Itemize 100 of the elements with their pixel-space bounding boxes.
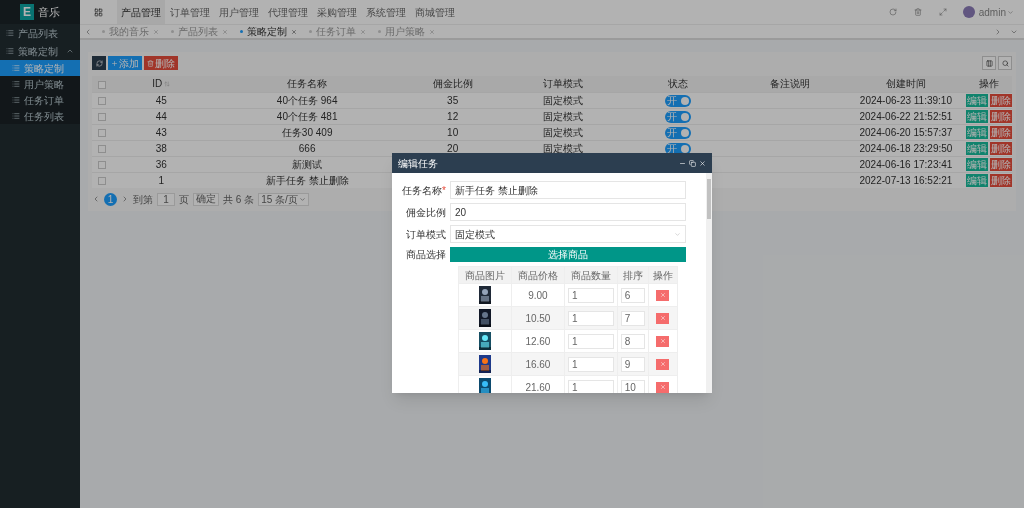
close-icon[interactable]: [291, 28, 297, 35]
status-toggle[interactable]: 开: [665, 110, 692, 123]
delete-button[interactable]: 删除: [144, 56, 178, 70]
sort-field[interactable]: 8: [620, 333, 645, 349]
fullscreen-icon[interactable]: [938, 8, 947, 16]
scrollbar[interactable]: [706, 173, 712, 393]
column-header: 操作: [978, 77, 999, 92]
sidebar-item[interactable]: 任务订单: [0, 92, 80, 108]
table-cell: 40个任务 481: [276, 110, 338, 122]
search-button[interactable]: [998, 56, 1012, 70]
sidebar-item[interactable]: 任务列表: [0, 108, 80, 124]
sidebar-item[interactable]: 策略定制: [0, 60, 80, 76]
delete-button[interactable]: 删除: [989, 174, 1012, 187]
delete-button[interactable]: 删除: [989, 94, 1012, 107]
table-cell: 2022-07-13 16:52:21: [859, 174, 953, 186]
list-icon: [12, 112, 20, 120]
table-cell: 10: [447, 126, 459, 138]
refresh-icon[interactable]: [888, 8, 897, 16]
sort-icon[interactable]: [164, 80, 171, 87]
next-page-icon[interactable]: [121, 195, 129, 203]
quantity-field[interactable]: 1: [567, 310, 614, 326]
sort-field[interactable]: 9: [620, 356, 645, 372]
column-header: 商品数量: [570, 269, 611, 281]
text-field[interactable]: 20: [450, 203, 686, 221]
page-tab[interactable]: 用户策略: [372, 25, 441, 38]
sort-field[interactable]: 10: [620, 379, 645, 393]
checkbox[interactable]: [98, 160, 107, 169]
delete-button[interactable]: 删除: [989, 158, 1012, 171]
column-header: ID: [152, 76, 171, 92]
avatar[interactable]: [962, 6, 975, 18]
status-toggle[interactable]: 开: [665, 142, 692, 155]
text-field[interactable]: 新手任务 禁止删除: [450, 181, 686, 199]
delete-button[interactable]: 删除: [989, 110, 1012, 123]
page-tab[interactable]: 我的音乐: [96, 25, 165, 38]
remove-button[interactable]: [656, 335, 670, 347]
restore-icon[interactable]: [689, 159, 696, 167]
nav-item[interactable]: 采购管理: [313, 0, 361, 24]
column-header: 佣金比例: [432, 77, 473, 92]
scroll-left-icon[interactable]: [84, 27, 92, 36]
menu-icon[interactable]: [94, 7, 103, 17]
page-unit: 页: [179, 192, 189, 207]
confirm-button[interactable]: 确定: [193, 192, 219, 206]
nav-item[interactable]: 代理管理: [264, 0, 312, 24]
caret-icon: [1007, 8, 1014, 16]
sidebar-item[interactable]: 用户策略: [0, 76, 80, 92]
remove-button[interactable]: [656, 289, 670, 301]
goto-label: 到第: [133, 192, 153, 207]
nav-item[interactable]: 系统管理: [362, 0, 410, 24]
nav-item[interactable]: 商城管理: [411, 0, 459, 24]
table-cell: 1: [158, 174, 164, 186]
column-header: 操作: [652, 269, 673, 281]
column-header: 商品图片: [464, 269, 505, 281]
page-size-select[interactable]: 15 条/页: [258, 192, 309, 206]
column-header: 排序: [622, 269, 643, 281]
scroll-right-icon[interactable]: [994, 27, 1002, 36]
sort-field[interactable]: 6: [620, 287, 645, 303]
plus-icon: [111, 59, 118, 67]
nav-item[interactable]: 产品管理: [117, 0, 165, 24]
delete-button[interactable]: 删除: [989, 142, 1012, 155]
checkbox[interactable]: [98, 112, 107, 121]
status-toggle[interactable]: 开: [665, 94, 692, 107]
column-header: 状态: [668, 77, 689, 92]
checkbox[interactable]: [98, 80, 107, 89]
quantity-field[interactable]: 1: [567, 379, 614, 393]
remove-button[interactable]: [656, 358, 670, 370]
checkbox[interactable]: [98, 176, 107, 185]
table-cell: 2024-06-20 15:57:37: [859, 126, 953, 138]
columns-button[interactable]: [982, 56, 996, 70]
remove-button[interactable]: [656, 381, 670, 393]
checkbox[interactable]: [98, 144, 107, 153]
page-number[interactable]: 1: [104, 192, 117, 206]
close-icon: [659, 384, 666, 390]
sidebar-item[interactable]: 策略定制: [0, 42, 80, 60]
trash-icon[interactable]: [913, 8, 922, 16]
quantity-field[interactable]: 1: [567, 287, 614, 303]
table-cell: 固定模式: [542, 110, 583, 122]
prev-page-icon[interactable]: [92, 195, 100, 203]
refresh-button[interactable]: [92, 56, 106, 70]
status-toggle[interactable]: 开: [665, 126, 692, 139]
sort-field[interactable]: 7: [620, 310, 645, 326]
column-header: 创建时间: [885, 77, 926, 92]
delete-button[interactable]: 删除: [989, 126, 1012, 139]
quantity-field[interactable]: 1: [567, 333, 614, 349]
checkbox[interactable]: [98, 96, 107, 105]
nav-item[interactable]: 用户管理: [215, 0, 263, 24]
table-cell: 21.60: [525, 381, 551, 393]
user-menu[interactable]: admin: [978, 4, 1014, 20]
checkbox[interactable]: [98, 128, 107, 137]
page-input[interactable]: 1: [157, 192, 175, 206]
select-products-button[interactable]: 选择商品: [450, 247, 686, 262]
quantity-field[interactable]: 1: [567, 356, 614, 372]
remove-button[interactable]: [656, 312, 670, 324]
app-title: 音乐: [38, 4, 60, 20]
add-button[interactable]: 添加: [108, 56, 142, 70]
sidebar-item[interactable]: 产品列表: [0, 24, 80, 42]
select-field[interactable]: 固定模式: [450, 225, 686, 243]
nav-item[interactable]: 订单管理: [166, 0, 214, 24]
list-icon: [12, 96, 20, 104]
page-tab[interactable]: 策略定制: [234, 25, 303, 38]
close-icon: [659, 292, 666, 298]
